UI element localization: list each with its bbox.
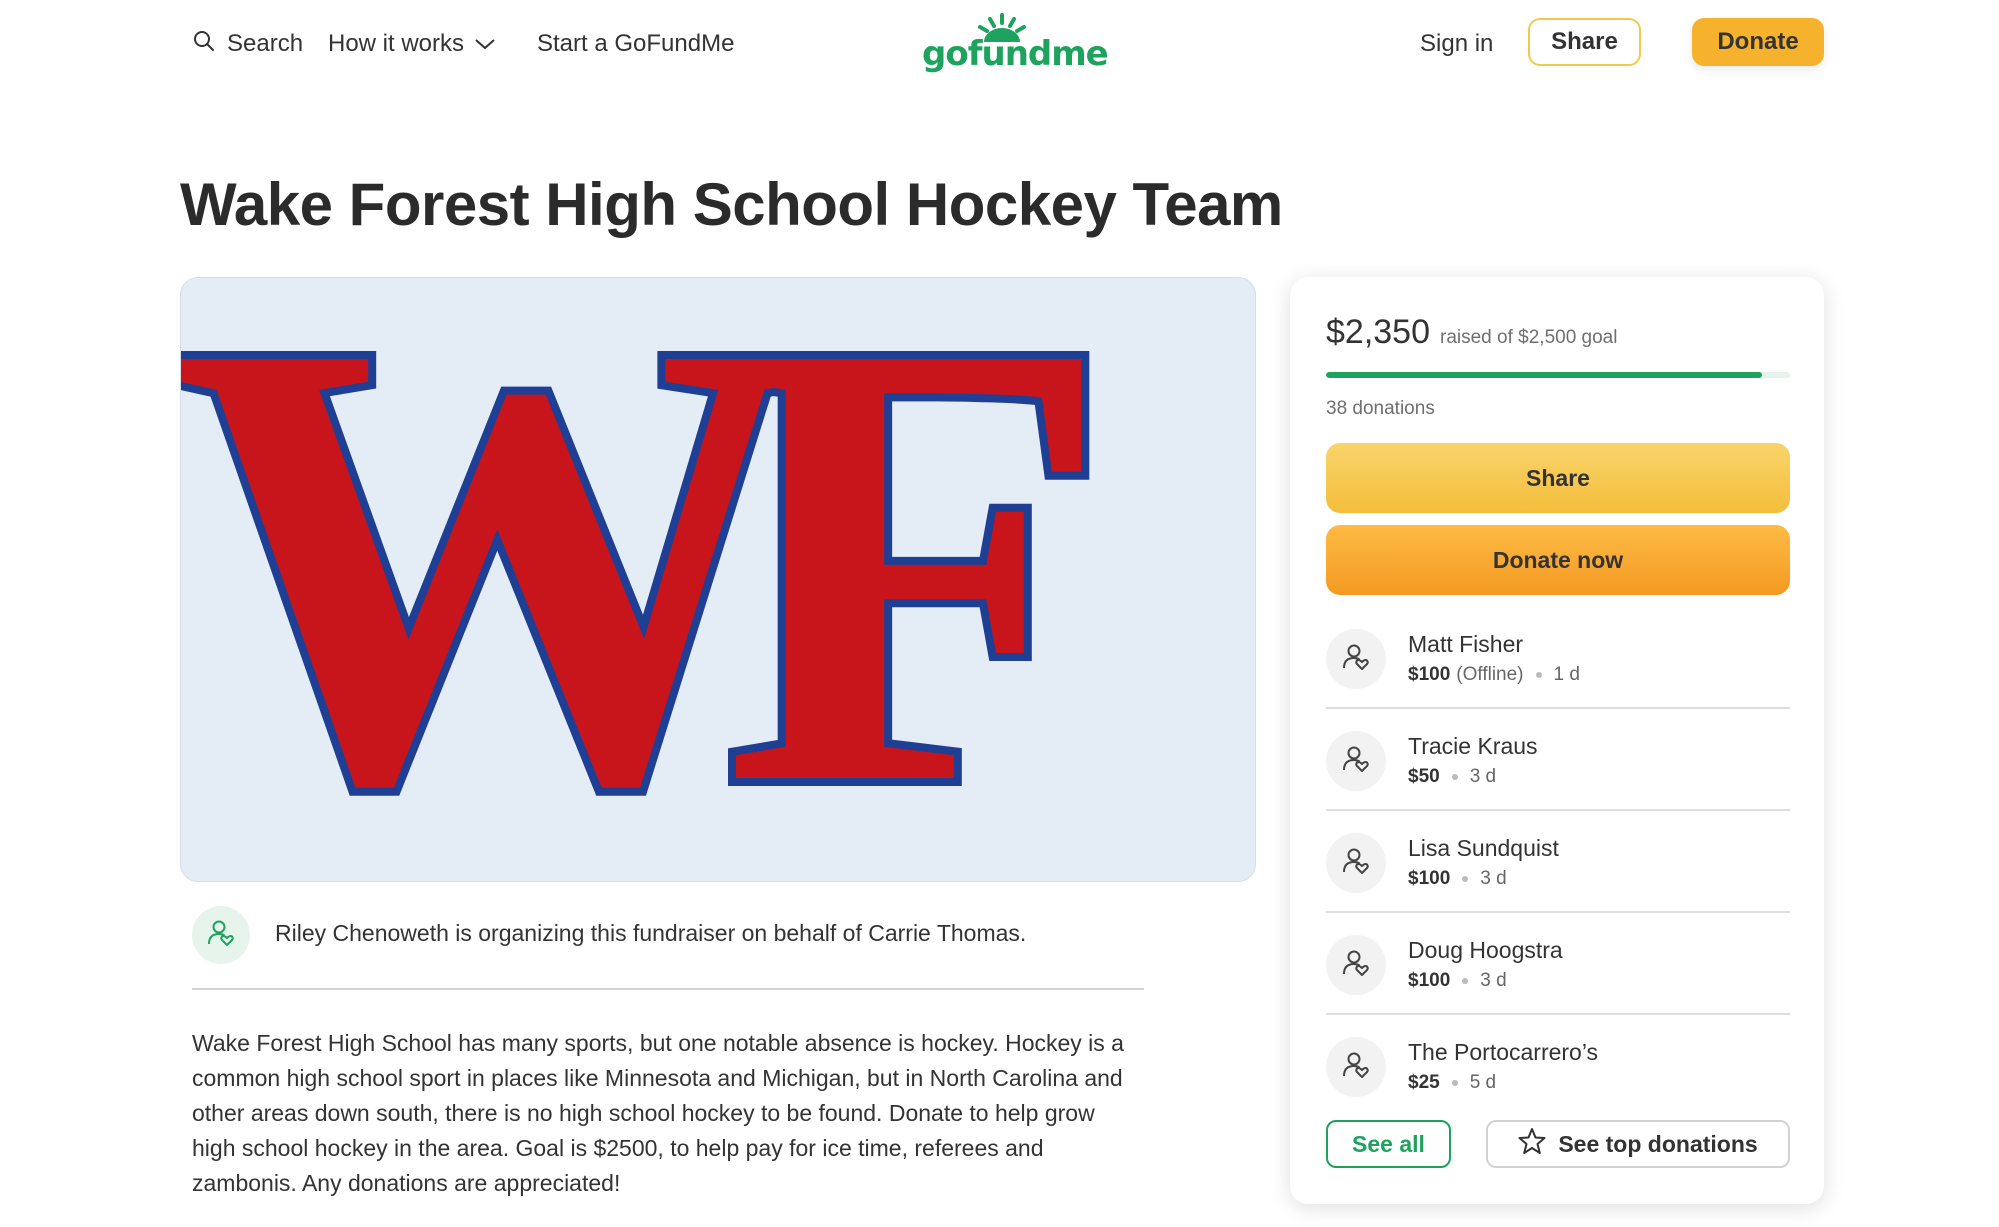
organizer-avatar — [192, 906, 250, 964]
donor-name: Tracie Kraus — [1408, 733, 1538, 759]
donation-time: 3 d — [1480, 868, 1507, 889]
separator-dot — [1451, 1080, 1458, 1086]
donation-item: Doug Hoogstra $100 3 d — [1326, 913, 1790, 1015]
page-title: Wake Forest High School Hockey Team — [180, 171, 1283, 238]
donation-meta: $100 3 d — [1408, 868, 1507, 890]
campaign-story: Wake Forest High School has many sports,… — [192, 1030, 1124, 1196]
donation-amount: $100 — [1408, 664, 1451, 685]
person-heart-icon — [1340, 743, 1372, 780]
chevron-down-icon — [474, 30, 496, 58]
donor-name: Doug Hoogstra — [1408, 937, 1563, 963]
donation-time: 3 d — [1469, 766, 1497, 787]
donor-avatar — [1326, 1037, 1386, 1097]
campaign-hero-image: WF — [180, 277, 1256, 882]
person-heart-icon — [205, 917, 237, 954]
donation-list: Matt Fisher $100 (Offline) 1 d Tracie Kr… — [1326, 607, 1790, 1117]
separator-dot — [1462, 978, 1469, 984]
donation-amount: $100 — [1408, 970, 1451, 991]
donor-avatar — [1326, 731, 1386, 791]
how-it-works-label: How it works — [328, 30, 465, 57]
donor-name: The Portocarrero’s — [1408, 1039, 1599, 1065]
person-heart-icon — [1340, 845, 1372, 882]
donation-time: 5 d — [1469, 1072, 1497, 1093]
donor-avatar — [1326, 833, 1386, 893]
donation-amount: $50 — [1408, 766, 1440, 787]
wf-logo-image: WF — [181, 278, 1255, 882]
donation-item: Tracie Kraus $50 3 d — [1326, 709, 1790, 811]
hero-logo-letters: WF — [181, 278, 1091, 882]
organizer-text: Riley Chenoweth is organizing this fundr… — [275, 920, 1027, 946]
donor-avatar — [1326, 935, 1386, 995]
see-all-button[interactable]: See all — [1326, 1120, 1451, 1168]
donation-note: (Offline) — [1456, 664, 1524, 685]
donation-time: 1 d — [1553, 664, 1580, 685]
header-share-button[interactable]: Share — [1528, 18, 1641, 66]
donation-amount: $100 — [1408, 868, 1451, 889]
donation-meta: $25 5 d — [1408, 1072, 1496, 1094]
separator-dot — [1451, 774, 1458, 780]
star-icon — [1518, 1127, 1546, 1161]
person-heart-icon — [1340, 947, 1372, 984]
donation-amount: $25 — [1408, 1072, 1440, 1093]
donation-card: $2,350 raised of $2,500 goal 38 donation… — [1290, 277, 1824, 1204]
person-heart-icon — [1340, 1049, 1372, 1086]
search-label: Search — [227, 30, 304, 57]
search-icon — [193, 30, 215, 59]
donation-item: Lisa Sundquist $100 3 d — [1326, 811, 1790, 913]
progress-bar — [1326, 372, 1790, 378]
donor-avatar — [1326, 629, 1386, 689]
see-top-donations-button[interactable]: See top donations — [1486, 1120, 1790, 1168]
person-heart-icon — [1340, 641, 1372, 678]
donation-item: The Portocarrero’s $25 5 d — [1326, 1015, 1790, 1117]
separator-dot — [1535, 672, 1542, 678]
separator-dot — [1462, 876, 1469, 882]
donor-name: Matt Fisher — [1408, 631, 1524, 657]
sign-in-link[interactable]: Sign in — [1420, 24, 1493, 64]
donation-meta: $100 (Offline) 1 d — [1408, 664, 1580, 686]
amount-raised: $2,350 — [1326, 313, 1430, 351]
header-donate-button[interactable]: Donate — [1692, 18, 1824, 66]
see-top-donations-label: See top donations — [1558, 1130, 1758, 1157]
divider — [192, 988, 1144, 990]
how-it-works-menu[interactable]: How it works — [328, 24, 496, 64]
donation-time: 3 d — [1480, 970, 1507, 991]
share-button[interactable]: Share — [1326, 443, 1790, 513]
goal-text: raised of $2,500 goal — [1440, 327, 1618, 348]
search-button[interactable]: Search — [193, 24, 303, 64]
logo-text: gofundme — [922, 34, 1109, 74]
donation-meta: $50 3 d — [1408, 766, 1496, 788]
donation-meta: $100 3 d — [1408, 970, 1507, 992]
donation-item: Matt Fisher $100 (Offline) 1 d — [1326, 607, 1790, 709]
gofundme-logo[interactable]: gofundme — [922, 12, 1109, 74]
start-gofundme-link[interactable]: Start a GoFundMe — [537, 24, 734, 64]
donor-name: Lisa Sundquist — [1408, 835, 1559, 861]
donation-count: 38 donations — [1326, 398, 1435, 419]
donate-now-button[interactable]: Donate now — [1326, 525, 1790, 595]
amount-raised-row: $2,350 raised of $2,500 goal — [1326, 313, 1617, 352]
progress-fill — [1326, 372, 1763, 378]
